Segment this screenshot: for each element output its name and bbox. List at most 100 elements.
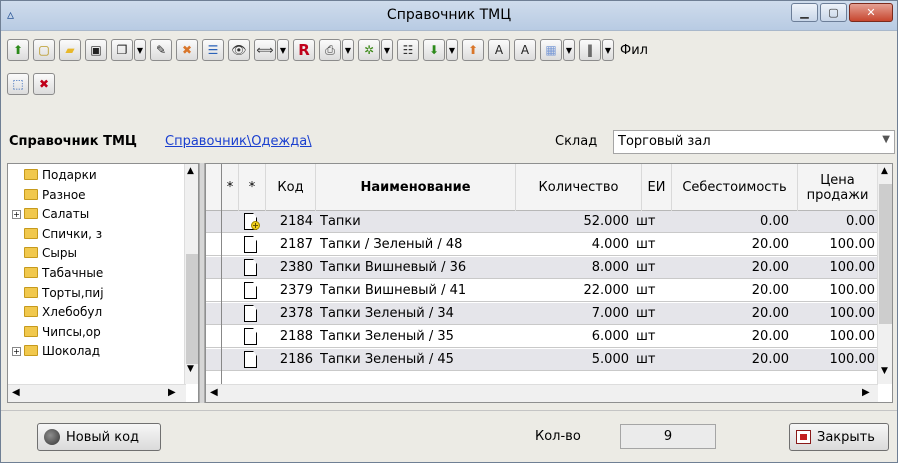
- stop-button[interactable]: ✖: [33, 73, 55, 95]
- new-folder-icon: ▢: [38, 43, 50, 57]
- close-window-button[interactable]: ✕: [849, 3, 893, 22]
- column-header-unit[interactable]: ЕИ: [642, 164, 672, 211]
- font-decrease-icon: A: [494, 43, 504, 57]
- tree-item[interactable]: + Салаты: [12, 207, 89, 226]
- tree-item-label: Торты,пиј: [42, 285, 104, 300]
- scroll-down-icon[interactable]: ▼: [881, 366, 888, 376]
- close-button[interactable]: Закрыть: [789, 423, 889, 451]
- chevron-down-icon[interactable]: ▼: [563, 39, 575, 61]
- table-row[interactable]: 2380 Тапки Вишневый / 36 8.000 шт 20.00 100.0…: [206, 257, 878, 279]
- tree-item[interactable]: Спички, з: [24, 227, 102, 246]
- column-header-code[interactable]: Код: [266, 164, 316, 211]
- table-row[interactable]: 2188 Тапки Зеленый / 35 6.000 шт 20.00 100.00: [206, 326, 878, 348]
- tree-item[interactable]: Разное: [24, 188, 86, 207]
- cell-quantity: 6.000: [591, 329, 629, 344]
- copy-button[interactable]: ❐: [111, 39, 133, 61]
- barcode-button[interactable]: ‖: [579, 39, 601, 61]
- cell-quantity: 52.000: [583, 214, 630, 229]
- column-header-price[interactable]: Цена продажи: [798, 164, 878, 211]
- table-row[interactable]: 2379 Тапки Вишневый / 41 22.000 шт 20.00 100.…: [206, 280, 878, 302]
- table-vertical-scrollbar[interactable]: ▲ ▼: [877, 164, 892, 384]
- scroll-up-icon[interactable]: ▲: [187, 166, 194, 176]
- folder-button[interactable]: ▰: [59, 39, 81, 61]
- column-header-quantity[interactable]: Количество: [516, 164, 642, 211]
- chevron-down-icon[interactable]: ▼: [602, 39, 614, 61]
- scroll-down-icon[interactable]: ▼: [187, 364, 194, 374]
- r-button[interactable]: R: [293, 39, 315, 61]
- table-scroll-thumb[interactable]: [879, 184, 892, 324]
- tree-view-icon: ☷: [402, 43, 414, 57]
- filter-label[interactable]: Фил: [620, 43, 648, 58]
- list-view-icon: ☰: [207, 43, 219, 57]
- breadcrumb-path-link[interactable]: Справочник\Одежда\: [165, 134, 312, 149]
- tree-item[interactable]: Табачные: [24, 266, 103, 285]
- grid-select-button[interactable]: ⬚: [7, 73, 29, 95]
- import-button[interactable]: ⬇: [423, 39, 445, 61]
- tree-item[interactable]: Сыры: [24, 246, 77, 265]
- column-header-marker-1[interactable]: *: [222, 164, 239, 211]
- cell-unit: шт: [636, 237, 656, 252]
- table-horizontal-scrollbar[interactable]: ◀ ▶: [206, 384, 878, 402]
- puzzle-button[interactable]: ✲: [358, 39, 380, 61]
- column-header-marker-2[interactable]: *: [239, 164, 266, 211]
- filter-button[interactable]: ⟺: [254, 39, 276, 61]
- tree-item[interactable]: Подарки: [24, 168, 97, 187]
- scroll-right-icon[interactable]: ▶: [862, 387, 870, 398]
- chevron-down-icon[interactable]: ▼: [381, 39, 393, 61]
- font-decrease-button[interactable]: A: [488, 39, 510, 61]
- new-code-button[interactable]: Новый код: [37, 423, 161, 451]
- list-view-button[interactable]: ☰: [202, 39, 224, 61]
- cell-cost: 20.00: [751, 306, 789, 321]
- table-row[interactable]: 2187 Тапки / Зеленый / 48 4.000 шт 20.00 100.…: [206, 234, 878, 256]
- save-button[interactable]: ▣: [85, 39, 107, 61]
- tree-item[interactable]: Чипсы,ор: [24, 325, 101, 344]
- expand-icon[interactable]: +: [12, 347, 21, 357]
- items-table: * * Код Наименование Количество ЕИ Себес…: [205, 163, 893, 403]
- chevron-down-icon[interactable]: ▼: [342, 39, 354, 61]
- table-button[interactable]: ▦: [540, 39, 562, 61]
- maximize-button[interactable]: ▢: [820, 3, 847, 22]
- cell-price: 0.00: [846, 214, 875, 229]
- folder-icon: [24, 325, 38, 337]
- table-row[interactable]: 2186 Тапки Зеленый / 45 5.000 шт 20.00 100.00: [206, 349, 878, 371]
- scroll-right-icon[interactable]: ▶: [168, 387, 176, 398]
- cell-name: Тапки Вишневый / 41: [320, 283, 467, 298]
- chevron-down-icon[interactable]: ▼: [134, 39, 146, 61]
- expand-icon[interactable]: +: [12, 210, 21, 220]
- cell-cost: 0.00: [760, 214, 789, 229]
- new-folder-button[interactable]: ▢: [33, 39, 55, 61]
- tree-scroll-thumb[interactable]: [186, 254, 198, 364]
- save-icon: ▣: [90, 43, 102, 57]
- tree-horizontal-scrollbar[interactable]: ◀ ▶: [8, 384, 186, 402]
- category-tree[interactable]: Подарки Разное + Салаты Спички, з Сыры Табачны…: [7, 163, 199, 403]
- edit-button[interactable]: ✎: [150, 39, 172, 61]
- delete-button[interactable]: ✖: [176, 39, 198, 61]
- store-select[interactable]: Торговый зал ▼: [613, 130, 895, 154]
- minimize-button[interactable]: ▁: [791, 3, 818, 22]
- chevron-down-icon[interactable]: ▼: [446, 39, 458, 61]
- scroll-left-icon[interactable]: ◀: [12, 387, 20, 398]
- tree-item[interactable]: + Шоколад: [12, 344, 100, 363]
- store-select-value: Торговый зал: [618, 134, 711, 149]
- font-increase-button[interactable]: A: [514, 39, 536, 61]
- scroll-up-icon[interactable]: ▲: [881, 166, 888, 176]
- close-icon: [796, 430, 811, 444]
- tree-vertical-scrollbar[interactable]: ▲ ▼: [184, 164, 198, 384]
- tree-item[interactable]: Хлебобул: [24, 305, 102, 324]
- tree-item[interactable]: Торты,пиј: [24, 286, 104, 305]
- binoculars-button[interactable]: 👁: [228, 39, 250, 61]
- up-arrow-button[interactable]: ⬆: [7, 39, 29, 61]
- chevron-down-icon[interactable]: ▼: [277, 39, 289, 61]
- table-row[interactable]: +2184 Тапки 52.000 шт 0.00 0.00: [206, 211, 878, 233]
- export-button[interactable]: ⬆: [462, 39, 484, 61]
- cell-price: 100.00: [829, 306, 876, 321]
- scroll-left-icon[interactable]: ◀: [210, 387, 218, 398]
- cell-code: 2187: [279, 237, 313, 252]
- column-header-name[interactable]: Наименование: [316, 164, 516, 211]
- table-row[interactable]: 2378 Тапки Зеленый / 34 7.000 шт 20.00 100.00: [206, 303, 878, 325]
- print-button[interactable]: ⎙: [319, 39, 341, 61]
- column-header-cost[interactable]: Себестоимость: [672, 164, 798, 211]
- tree-item-label: Спички, з: [42, 226, 103, 241]
- cell-cost: 20.00: [751, 352, 789, 367]
- tree-view-button[interactable]: ☷: [397, 39, 419, 61]
